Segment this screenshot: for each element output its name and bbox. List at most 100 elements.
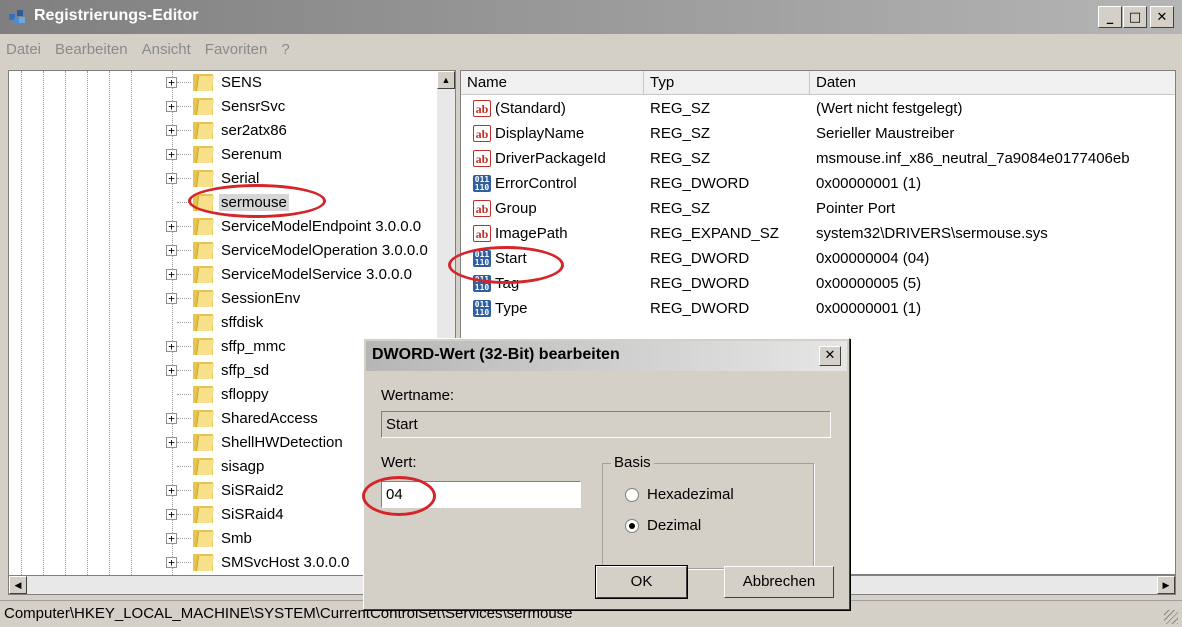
expand-plus-icon[interactable]: +: [166, 509, 177, 520]
tree-node[interactable]: + SENS: [9, 71, 439, 95]
regedit-app-icon: [9, 10, 25, 24]
expand-plus-icon[interactable]: +: [166, 485, 177, 496]
tree-node[interactable]: + Serial: [9, 167, 439, 191]
tree-node[interactable]: + ser2atx86: [9, 119, 439, 143]
minimize-button[interactable]: _: [1098, 6, 1122, 28]
tree-node-label[interactable]: ServiceModelOperation 3.0.0.0: [221, 242, 428, 259]
tree-node-label[interactable]: sermouse: [219, 194, 289, 211]
tree-node-label[interactable]: SharedAccess: [221, 410, 318, 427]
decimal-radio[interactable]: [625, 519, 639, 533]
expand-plus-icon[interactable]: +: [166, 101, 177, 112]
tree-node-label[interactable]: Smb: [221, 530, 252, 547]
menu-help[interactable]: ?: [281, 41, 289, 58]
tree-node-label[interactable]: sffp_sd: [221, 362, 269, 379]
expand-plus-icon[interactable]: +: [166, 533, 177, 544]
expand-plus-icon[interactable]: +: [166, 293, 177, 304]
close-button[interactable]: ✕: [1150, 6, 1174, 28]
tree-node[interactable]: sermouse: [9, 191, 439, 215]
tree-connector: [177, 322, 191, 323]
value-row[interactable]: ab ImagePath REG_EXPAND_SZ system32\DRIVERS…: [461, 221, 1175, 246]
tree-node[interactable]: + ServiceModelEndpoint 3.0.0.0: [9, 215, 439, 239]
tree-node-label[interactable]: SensrSvc: [221, 98, 285, 115]
tree-node-label[interactable]: SENS: [221, 74, 262, 91]
tree-node-label[interactable]: ShellHWDetection: [221, 434, 343, 451]
tree-node[interactable]: + SessionEnv: [9, 287, 439, 311]
folder-icon: [193, 218, 215, 235]
tree-node-label[interactable]: ServiceModelEndpoint 3.0.0.0: [221, 218, 421, 235]
tree-node-label[interactable]: sisagp: [221, 458, 264, 475]
tree-node-label[interactable]: SessionEnv: [221, 290, 300, 307]
value-row[interactable]: ab DisplayName REG_SZ Serieller Maustreiber: [461, 121, 1175, 146]
hexadecimal-radio[interactable]: [625, 488, 639, 502]
tree-connector: [177, 130, 191, 131]
value-data: 0x00000001 (1): [816, 175, 922, 192]
expand-plus-icon[interactable]: +: [166, 245, 177, 256]
value-data: Pointer Port: [816, 200, 896, 217]
tree-node[interactable]: + SensrSvc: [9, 95, 439, 119]
folder-icon: [193, 506, 215, 523]
column-header-data[interactable]: Daten: [810, 71, 1175, 95]
tree-node[interactable]: + Serenum: [9, 143, 439, 167]
expand-plus-icon[interactable]: +: [166, 365, 177, 376]
tree-connector: [177, 154, 191, 155]
value-row[interactable]: ab (Standard) REG_SZ (Wert nicht festgelegt…: [461, 96, 1175, 121]
value-row[interactable]: 011 110 Start REG_DWORD 0x00000004 (04): [461, 246, 1175, 271]
tree-node-label[interactable]: ser2atx86: [221, 122, 287, 139]
tree-node-label[interactable]: sfloppy: [221, 386, 269, 403]
column-header-name[interactable]: Name: [461, 71, 644, 95]
base-group-label: Basis: [611, 454, 654, 471]
tree-node[interactable]: + ServiceModelService 3.0.0.0: [9, 263, 439, 287]
scroll-up-arrow-icon[interactable]: ▲: [437, 71, 455, 89]
hexadecimal-label[interactable]: Hexadezimal: [647, 486, 734, 503]
value-name-field: Start: [381, 411, 831, 438]
expand-plus-icon[interactable]: +: [166, 77, 177, 88]
tree-node[interactable]: + ServiceModelOperation 3.0.0.0: [9, 239, 439, 263]
scroll-right-arrow-icon[interactable]: ▶: [1157, 576, 1175, 594]
cancel-button[interactable]: Abbrechen: [724, 566, 834, 598]
value-data-input[interactable]: [381, 481, 581, 508]
resize-grip-icon[interactable]: [1164, 610, 1178, 624]
tree-node-label[interactable]: sffdisk: [221, 314, 263, 331]
tree-node-label[interactable]: Serenum: [221, 146, 282, 163]
value-row[interactable]: ab Group REG_SZ Pointer Port: [461, 196, 1175, 221]
expand-plus-icon[interactable]: +: [166, 221, 177, 232]
menu-favoriten[interactable]: Favoriten: [205, 41, 268, 58]
menu-datei[interactable]: Datei: [6, 41, 41, 58]
value-row[interactable]: ab DriverPackageId REG_SZ msmouse.inf_x86_n…: [461, 146, 1175, 171]
dialog-close-button[interactable]: ✕: [819, 346, 841, 366]
values-header: Name Typ Daten: [461, 71, 1175, 95]
expand-plus-icon[interactable]: +: [166, 341, 177, 352]
tree-node-label[interactable]: SiSRaid2: [221, 482, 284, 499]
expand-plus-icon[interactable]: +: [166, 437, 177, 448]
ok-button[interactable]: OK: [595, 565, 688, 599]
tree-node[interactable]: sffdisk: [9, 311, 439, 335]
string-value-icon: ab: [473, 125, 491, 142]
value-data: 0x00000001 (1): [816, 300, 922, 317]
expand-plus-icon[interactable]: +: [166, 269, 177, 280]
tree-node-label[interactable]: SiSRaid4: [221, 506, 284, 523]
value-row[interactable]: 011 110 Type REG_DWORD 0x00000001 (1): [461, 296, 1175, 321]
tree-connector: [177, 178, 191, 179]
expand-plus-icon[interactable]: +: [166, 173, 177, 184]
tree-node-label[interactable]: ServiceModelService 3.0.0.0: [221, 266, 412, 283]
value-row[interactable]: 011 110 ErrorControl REG_DWORD 0x00000001 (…: [461, 171, 1175, 196]
expand-plus-icon[interactable]: +: [166, 557, 177, 568]
tree-node-label[interactable]: sffp_mmc: [221, 338, 286, 355]
column-header-type[interactable]: Typ: [644, 71, 810, 95]
tree-node-label[interactable]: Serial: [221, 170, 259, 187]
maximize-button[interactable]: □: [1123, 6, 1147, 28]
folder-icon: [193, 530, 215, 547]
decimal-label[interactable]: Dezimal: [647, 517, 701, 534]
expand-plus-icon[interactable]: +: [166, 149, 177, 160]
expand-plus-icon[interactable]: +: [166, 413, 177, 424]
value-data: 0x00000004 (04): [816, 250, 930, 267]
value-type: REG_SZ: [650, 150, 711, 167]
menu-bearbeiten[interactable]: Bearbeiten: [55, 41, 128, 58]
value-row[interactable]: 011 110 Tag REG_DWORD 0x00000005 (5): [461, 271, 1175, 296]
expand-plus-icon[interactable]: +: [166, 125, 177, 136]
folder-icon: [193, 290, 215, 307]
tree-node-label[interactable]: SMSvcHost 3.0.0.0: [221, 554, 349, 571]
binary-value-icon: 011 110: [473, 175, 491, 192]
menu-ansicht[interactable]: Ansicht: [142, 41, 191, 58]
scroll-left-arrow-icon[interactable]: ◀: [9, 576, 27, 594]
